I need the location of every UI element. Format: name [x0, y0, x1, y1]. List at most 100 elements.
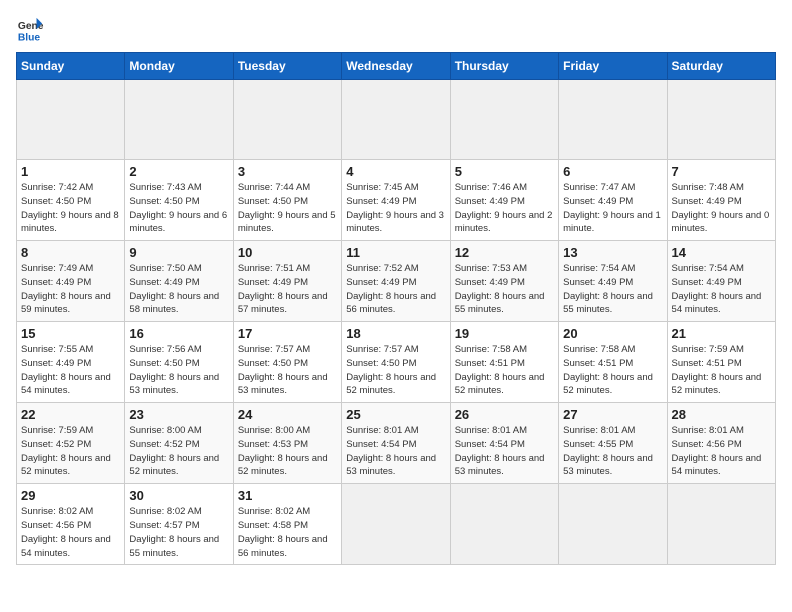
- calendar-cell: 18Sunrise: 7:57 AM Sunset: 4:50 PM Dayli…: [342, 322, 450, 403]
- calendar-cell: [559, 484, 667, 565]
- day-number: 3: [238, 164, 337, 179]
- logo-icon: General Blue: [16, 16, 44, 44]
- logo: General Blue: [16, 16, 44, 44]
- day-header-friday: Friday: [559, 53, 667, 80]
- day-info: Sunrise: 8:00 AM Sunset: 4:53 PM Dayligh…: [238, 424, 337, 479]
- day-number: 7: [672, 164, 771, 179]
- week-row-1: 1 Sunrise: 7:42 AM Sunset: 4:50 PM Daylig…: [17, 160, 776, 241]
- calendar-cell: [667, 484, 775, 565]
- week-row-4: 22 Sunrise: 7:59 AM Sunset: 4:52 PM Dayli…: [17, 403, 776, 484]
- day-info: Sunrise: 7:59 AM Sunset: 4:51 PM Dayligh…: [672, 343, 771, 398]
- day-header-monday: Monday: [125, 53, 233, 80]
- calendar-cell: 7 Sunrise: 7:48 AM Sunset: 4:49 PM Daylig…: [667, 160, 775, 241]
- calendar-cell: 2Sunrise: 7:43 AM Sunset: 4:50 PM Daylig…: [125, 160, 233, 241]
- day-number: 5: [455, 164, 554, 179]
- calendar-table: SundayMondayTuesdayWednesdayThursdayFrid…: [16, 52, 776, 565]
- week-row-2: 8 Sunrise: 7:49 AM Sunset: 4:49 PM Daylig…: [17, 241, 776, 322]
- day-info: Sunrise: 7:54 AM Sunset: 4:49 PM Dayligh…: [563, 262, 662, 317]
- day-number: 11: [346, 245, 445, 260]
- calendar-cell: [450, 484, 558, 565]
- calendar-cell: 5 Sunrise: 7:46 AM Sunset: 4:49 PM Daylig…: [450, 160, 558, 241]
- calendar-cell: 11 Sunrise: 7:52 AM Sunset: 4:49 PM Dayli…: [342, 241, 450, 322]
- calendar-cell: 14 Sunrise: 7:54 AM Sunset: 4:49 PM Dayli…: [667, 241, 775, 322]
- day-header-saturday: Saturday: [667, 53, 775, 80]
- day-header-sunday: Sunday: [17, 53, 125, 80]
- day-info: Sunrise: 8:02 AM Sunset: 4:56 PM Dayligh…: [21, 505, 120, 560]
- day-info: Sunrise: 7:58 AM Sunset: 4:51 PM Dayligh…: [563, 343, 662, 398]
- day-info: Sunrise: 7:54 AM Sunset: 4:49 PM Dayligh…: [672, 262, 771, 317]
- calendar-cell: 6 Sunrise: 7:47 AM Sunset: 4:49 PM Daylig…: [559, 160, 667, 241]
- day-number: 13: [563, 245, 662, 260]
- svg-text:Blue: Blue: [18, 32, 41, 43]
- calendar-cell: 13 Sunrise: 7:54 AM Sunset: 4:49 PM Dayli…: [559, 241, 667, 322]
- day-number: 19: [455, 326, 554, 341]
- day-info: Sunrise: 7:48 AM Sunset: 4:49 PM Dayligh…: [672, 181, 771, 236]
- calendar-cell: 4 Sunrise: 7:45 AM Sunset: 4:49 PM Daylig…: [342, 160, 450, 241]
- week-row-5: 29Sunrise: 8:02 AM Sunset: 4:56 PM Dayli…: [17, 484, 776, 565]
- calendar-cell: [667, 80, 775, 160]
- calendar-cell: 20 Sunrise: 7:58 AM Sunset: 4:51 PM Dayli…: [559, 322, 667, 403]
- day-number: 14: [672, 245, 771, 260]
- day-info: Sunrise: 7:44 AM Sunset: 4:50 PM Dayligh…: [238, 181, 337, 236]
- day-number: 17: [238, 326, 337, 341]
- day-number: 23: [129, 407, 228, 422]
- week-row-3: 15 Sunrise: 7:55 AM Sunset: 4:49 PM Dayli…: [17, 322, 776, 403]
- calendar-cell: 3 Sunrise: 7:44 AM Sunset: 4:50 PM Daylig…: [233, 160, 341, 241]
- day-number: 24: [238, 407, 337, 422]
- calendar-cell: [450, 80, 558, 160]
- day-info: Sunrise: 8:01 AM Sunset: 4:55 PM Dayligh…: [563, 424, 662, 479]
- day-header-wednesday: Wednesday: [342, 53, 450, 80]
- day-info: Sunrise: 7:57 AM Sunset: 4:50 PM Dayligh…: [238, 343, 337, 398]
- day-info: Sunrise: 7:57 AM Sunset: 4:50 PM Dayligh…: [346, 343, 445, 398]
- calendar-cell: 31Sunrise: 8:02 AM Sunset: 4:58 PM Dayli…: [233, 484, 341, 565]
- day-number: 20: [563, 326, 662, 341]
- calendar-cell: 16Sunrise: 7:56 AM Sunset: 4:50 PM Dayli…: [125, 322, 233, 403]
- day-number: 12: [455, 245, 554, 260]
- calendar-cell: 23 Sunrise: 8:00 AM Sunset: 4:52 PM Dayli…: [125, 403, 233, 484]
- day-number: 27: [563, 407, 662, 422]
- day-info: Sunrise: 8:00 AM Sunset: 4:52 PM Dayligh…: [129, 424, 228, 479]
- day-header-thursday: Thursday: [450, 53, 558, 80]
- calendar-cell: [17, 80, 125, 160]
- day-info: Sunrise: 7:47 AM Sunset: 4:49 PM Dayligh…: [563, 181, 662, 236]
- calendar-cell: [559, 80, 667, 160]
- day-number: 8: [21, 245, 120, 260]
- day-info: Sunrise: 7:59 AM Sunset: 4:52 PM Dayligh…: [21, 424, 120, 479]
- day-info: Sunrise: 7:53 AM Sunset: 4:49 PM Dayligh…: [455, 262, 554, 317]
- day-number: 9: [129, 245, 228, 260]
- calendar-cell: 19 Sunrise: 7:58 AM Sunset: 4:51 PM Dayli…: [450, 322, 558, 403]
- calendar-cell: [342, 484, 450, 565]
- day-info: Sunrise: 7:49 AM Sunset: 4:49 PM Dayligh…: [21, 262, 120, 317]
- day-info: Sunrise: 7:51 AM Sunset: 4:49 PM Dayligh…: [238, 262, 337, 317]
- calendar-cell: [233, 80, 341, 160]
- day-info: Sunrise: 8:01 AM Sunset: 4:56 PM Dayligh…: [672, 424, 771, 479]
- day-info: Sunrise: 8:01 AM Sunset: 4:54 PM Dayligh…: [455, 424, 554, 479]
- day-info: Sunrise: 7:56 AM Sunset: 4:50 PM Dayligh…: [129, 343, 228, 398]
- day-info: Sunrise: 7:42 AM Sunset: 4:50 PM Dayligh…: [21, 181, 120, 236]
- day-number: 28: [672, 407, 771, 422]
- day-number: 30: [129, 488, 228, 503]
- day-info: Sunrise: 7:45 AM Sunset: 4:49 PM Dayligh…: [346, 181, 445, 236]
- day-info: Sunrise: 7:50 AM Sunset: 4:49 PM Dayligh…: [129, 262, 228, 317]
- calendar-cell: 28 Sunrise: 8:01 AM Sunset: 4:56 PM Dayli…: [667, 403, 775, 484]
- day-number: 15: [21, 326, 120, 341]
- week-row-0: [17, 80, 776, 160]
- day-number: 25: [346, 407, 445, 422]
- day-number: 26: [455, 407, 554, 422]
- day-number: 31: [238, 488, 337, 503]
- day-number: 10: [238, 245, 337, 260]
- day-info: Sunrise: 7:55 AM Sunset: 4:49 PM Dayligh…: [21, 343, 120, 398]
- day-info: Sunrise: 8:02 AM Sunset: 4:57 PM Dayligh…: [129, 505, 228, 560]
- day-info: Sunrise: 7:46 AM Sunset: 4:49 PM Dayligh…: [455, 181, 554, 236]
- day-number: 6: [563, 164, 662, 179]
- calendar-cell: 21Sunrise: 7:59 AM Sunset: 4:51 PM Dayli…: [667, 322, 775, 403]
- day-info: Sunrise: 8:01 AM Sunset: 4:54 PM Dayligh…: [346, 424, 445, 479]
- day-info: Sunrise: 7:52 AM Sunset: 4:49 PM Dayligh…: [346, 262, 445, 317]
- day-info: Sunrise: 7:58 AM Sunset: 4:51 PM Dayligh…: [455, 343, 554, 398]
- day-number: 4: [346, 164, 445, 179]
- day-number: 22: [21, 407, 120, 422]
- day-header-tuesday: Tuesday: [233, 53, 341, 80]
- day-number: 1: [21, 164, 120, 179]
- calendar-cell: 30 Sunrise: 8:02 AM Sunset: 4:57 PM Dayli…: [125, 484, 233, 565]
- calendar-cell: 10 Sunrise: 7:51 AM Sunset: 4:49 PM Dayli…: [233, 241, 341, 322]
